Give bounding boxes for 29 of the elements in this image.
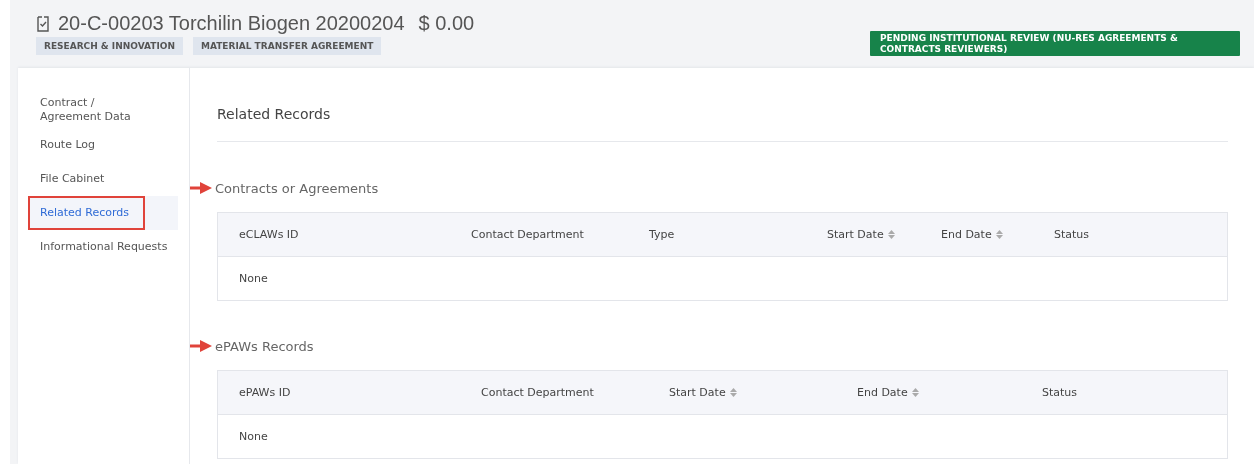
- column-header[interactable]: Start Date: [669, 386, 857, 399]
- column-header[interactable]: Start Date: [827, 228, 941, 241]
- column-header: Contact Department: [481, 386, 595, 399]
- sidebar-item[interactable]: File Cabinet: [28, 162, 178, 196]
- column-header: Status: [1054, 228, 1091, 241]
- arrow-icon: [190, 340, 213, 352]
- subsection-title: Contracts or Agreements: [215, 180, 379, 196]
- table-cell-text: None: [239, 272, 269, 285]
- column-header[interactable]: End Date: [941, 228, 1054, 241]
- column-header: ePAWs ID: [239, 386, 292, 399]
- section-title: Related Records: [217, 68, 1228, 142]
- subsection-title: ePAWs Records: [215, 338, 314, 354]
- category-tag: RESEARCH & INNOVATION: [36, 37, 183, 55]
- status-badge: PENDING INSTITUTIONAL REVIEW (NU-RES AGREEMENTS & CONTRACTS REVIEWERS): [870, 31, 1240, 56]
- sidebar-item[interactable]: Route Log: [28, 128, 178, 162]
- sidebar-item[interactable]: Contract / Agreement Data: [28, 92, 148, 128]
- arrow-icon: [190, 182, 213, 194]
- column-header: Type: [649, 228, 676, 241]
- column-header: Status: [1042, 386, 1079, 399]
- record-title: 20-C-00203 Torchilin Biogen 20200204: [58, 12, 405, 35]
- column-header[interactable]: End Date: [857, 386, 1042, 399]
- record-amount: $ 0.00: [418, 12, 475, 35]
- sidebar-item[interactable]: Related Records: [28, 196, 145, 230]
- sidebar-item[interactable]: Informational Requests: [28, 230, 178, 264]
- category-tag: MATERIAL TRANSFER AGREEMENT: [193, 37, 382, 55]
- column-header: Contact Department: [471, 228, 585, 241]
- table-cell-text: None: [239, 430, 269, 443]
- clipboard-check-icon: [36, 15, 50, 32]
- column-header: eCLAWs ID: [239, 228, 300, 241]
